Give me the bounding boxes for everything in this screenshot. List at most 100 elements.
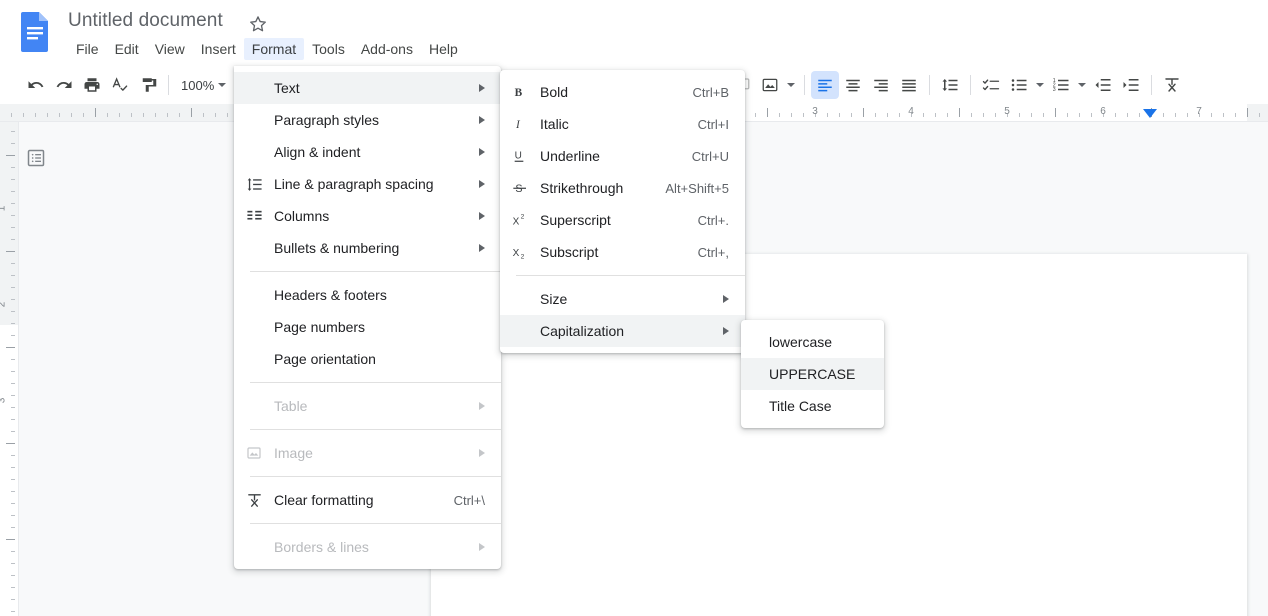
zoom-level-dropdown[interactable]: 100% <box>175 72 232 98</box>
numbered-list-dropdown[interactable] <box>1075 71 1089 99</box>
increase-indent-button[interactable] <box>1117 71 1145 99</box>
ruler-tick <box>11 599 15 600</box>
align-center-button[interactable] <box>839 71 867 99</box>
spellcheck-button[interactable] <box>106 71 134 99</box>
svg-text:B: B <box>515 87 523 99</box>
chevron-down-icon <box>1036 83 1045 87</box>
menu-item-label: Title Case <box>769 398 832 414</box>
ruler-tick <box>11 131 15 132</box>
text-submenu-item-italic[interactable]: I Italic Ctrl+I <box>500 108 745 140</box>
ruler-tick <box>11 503 15 504</box>
decrease-indent-button[interactable] <box>1089 71 1117 99</box>
clear-formatting-button[interactable] <box>1158 71 1186 99</box>
ruler-number: 1 <box>0 206 8 212</box>
menu-insert[interactable]: Insert <box>193 38 244 60</box>
ruler-tick <box>875 113 876 117</box>
menu-item-shortcut: Alt+Shift+5 <box>665 180 729 196</box>
format-menu-item-page-orientation[interactable]: Page orientation <box>234 343 501 375</box>
format-menu-item-clear-formatting[interactable]: Clear formatting Ctrl+\ <box>234 484 501 516</box>
ruler-margin-right <box>1247 104 1268 121</box>
print-button[interactable] <box>78 71 106 99</box>
vertical-ruler[interactable]: 1 2 3 <box>0 122 19 616</box>
star-icon[interactable] <box>248 14 268 34</box>
bulleted-list-dropdown[interactable] <box>1033 71 1047 99</box>
line-spacing-button[interactable] <box>936 71 964 99</box>
paint-format-button[interactable] <box>134 71 162 99</box>
ruler-tick <box>11 191 15 192</box>
format-menu-item-headers-footers[interactable]: Headers & footers <box>234 279 501 311</box>
format-menu-item-paragraph-styles[interactable]: Paragraph styles <box>234 104 501 136</box>
menu-item-shortcut: Ctrl+U <box>691 148 729 164</box>
text-submenu-item-bold[interactable]: B Bold Ctrl+B <box>500 76 745 108</box>
google-docs-logo[interactable] <box>18 10 52 54</box>
menu-item-label: Paragraph styles <box>274 112 380 128</box>
menu-add-ons[interactable]: Add-ons <box>353 38 421 60</box>
image-icon <box>234 445 274 461</box>
align-right-button[interactable] <box>867 71 895 99</box>
ruler-tick <box>11 275 15 276</box>
menu-item-shortcut: Ctrl+B <box>692 84 729 100</box>
ruler-tick <box>59 113 60 117</box>
capitalization-item-uppercase[interactable]: UPPERCASE <box>741 358 884 390</box>
document-title[interactable]: Untitled document <box>68 10 223 32</box>
text-submenu-item-superscript[interactable]: X 2 Superscript Ctrl+. <box>500 204 745 236</box>
align-left-button[interactable] <box>811 71 840 99</box>
text-submenu-item-strikethrough[interactable]: S Strikethrough Alt+Shift+5 <box>500 172 745 204</box>
format-menu-item-line-paragraph-spacing[interactable]: Line & paragraph spacing <box>234 168 501 200</box>
capitalization-submenu: lowercase UPPERCASE Title Case <box>741 320 884 428</box>
format-menu-item-page-numbers[interactable]: Page numbers <box>234 311 501 343</box>
ruler-margin-top <box>0 122 18 325</box>
numbered-list-button[interactable]: 1 2 3 <box>1047 71 1075 99</box>
ruler-tick <box>11 203 15 204</box>
ruler-tick <box>83 113 84 117</box>
right-indent-marker[interactable] <box>1143 109 1157 118</box>
toolbar-divider <box>929 75 931 95</box>
submenu-arrow-icon <box>479 449 485 457</box>
ruler-tick <box>11 227 15 228</box>
checklist-button[interactable] <box>977 71 1005 99</box>
chevron-down-icon <box>787 83 796 87</box>
ruler-tick <box>119 113 120 117</box>
text-submenu-item-subscript[interactable]: X 2 Subscript Ctrl+, <box>500 236 745 268</box>
format-menu-item-columns[interactable]: Columns <box>234 200 501 232</box>
menu-format[interactable]: Format <box>243 38 305 60</box>
menu-file[interactable]: File <box>68 38 107 60</box>
ruler-tick <box>215 113 216 117</box>
insert-image-button[interactable] <box>756 71 784 99</box>
undo-button[interactable] <box>22 71 50 99</box>
redo-button[interactable] <box>50 71 78 99</box>
format-menu-item-bullets-numbering[interactable]: Bullets & numbering <box>234 232 501 264</box>
format-menu-item-image: Image <box>234 437 501 469</box>
toolbar-divider <box>970 75 972 95</box>
menu-tools[interactable]: Tools <box>304 38 353 60</box>
bulleted-list-button[interactable] <box>1005 71 1033 99</box>
text-submenu-item-capitalization[interactable]: Capitalization <box>500 315 745 347</box>
svg-text:2: 2 <box>521 214 525 221</box>
insert-image-dropdown[interactable] <box>784 71 798 99</box>
menu-item-label: Italic <box>540 116 569 132</box>
menu-view[interactable]: View <box>147 38 193 60</box>
app-header: Untitled document File Edit View Insert … <box>0 0 1268 66</box>
google-docs-window: Untitled document File Edit View Insert … <box>0 0 1268 616</box>
menu-edit[interactable]: Edit <box>107 38 147 60</box>
menu-item-label: Underline <box>540 148 600 164</box>
text-submenu-item-underline[interactable]: U Underline Ctrl+U <box>500 140 745 172</box>
text-submenu-item-size[interactable]: Size <box>500 283 745 315</box>
ruler-tick <box>131 113 132 117</box>
align-justify-button[interactable] <box>895 71 923 99</box>
chevron-down-icon <box>1078 83 1087 87</box>
ruler-tick <box>143 113 144 117</box>
ruler-tick <box>983 113 984 117</box>
ruler-tick <box>11 431 15 432</box>
ruler-tick <box>1079 113 1080 117</box>
menu-help[interactable]: Help <box>421 38 466 60</box>
ruler-tick <box>11 527 15 528</box>
ruler-tick <box>6 155 15 156</box>
document-outline-icon[interactable] <box>26 148 46 168</box>
capitalization-item-lowercase[interactable]: lowercase <box>741 326 884 358</box>
capitalization-item-title-case[interactable]: Title Case <box>741 390 884 422</box>
svg-text:3: 3 <box>1053 87 1056 93</box>
format-menu-item-align-indent[interactable]: Align & indent <box>234 136 501 168</box>
format-menu-item-text[interactable]: Text <box>234 72 501 104</box>
ruler-tick <box>803 113 804 117</box>
